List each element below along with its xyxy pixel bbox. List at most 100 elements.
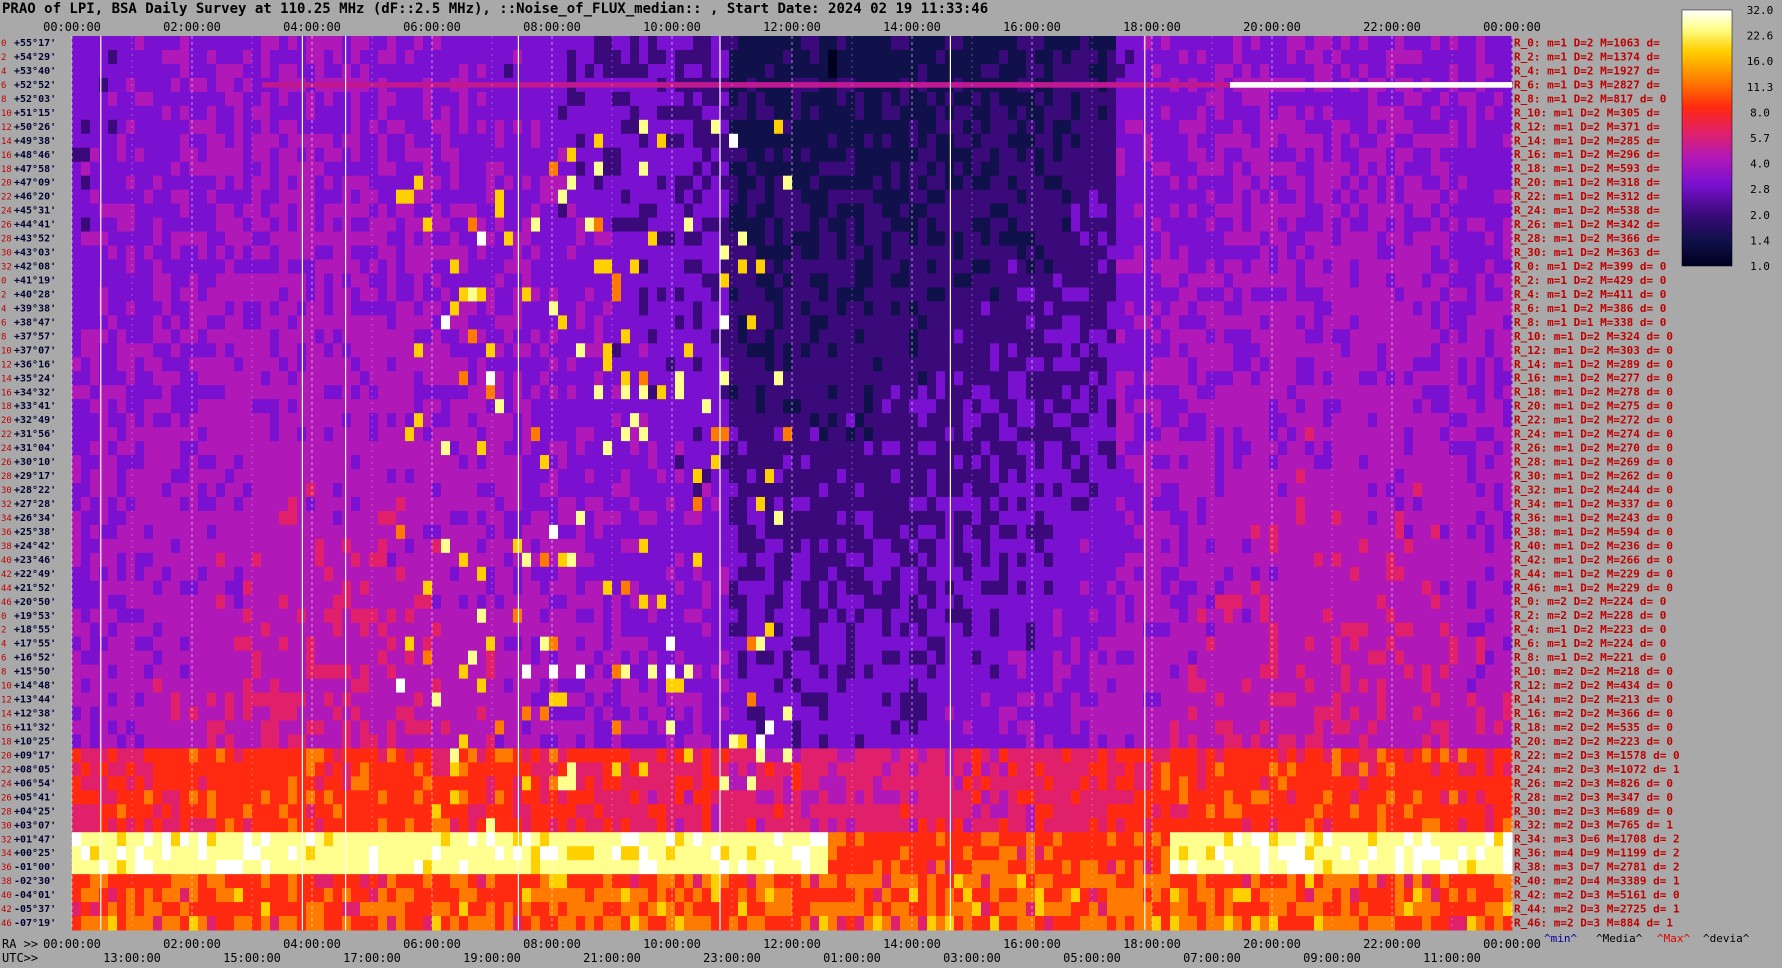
heatmap-cell [693,287,703,302]
heatmap-cell [1107,329,1117,344]
heatmap-cell [1107,105,1117,121]
heatmap-cell [144,315,154,330]
heatmap-cell [774,371,784,386]
heatmap-cell [1296,259,1306,274]
heatmap-cell [432,175,442,191]
heatmap-cell [216,371,226,386]
heatmap-cell [612,357,622,372]
heatmap-cell [720,133,730,149]
heatmap-cell [702,91,712,107]
heatmap-cell [1269,49,1279,65]
heatmap-cell [882,36,892,51]
heatmap-cell [1503,343,1513,358]
heatmap-cell [1431,259,1441,274]
heatmap-cell [1134,189,1144,205]
heatmap-cell [657,245,667,260]
heatmap-cell [1008,203,1018,219]
heatmap-cell [1386,119,1396,135]
heatmap-cell [756,91,766,107]
heatmap-cell [234,371,244,386]
heatmap-cell [306,49,316,65]
heatmap-cell [873,385,883,400]
heatmap-cell [1152,119,1162,135]
heatmap-cell [963,105,973,121]
heatmap-cell [558,315,568,330]
heatmap-cell [1296,63,1306,79]
heatmap-cell [459,455,469,470]
heatmap-cell [1503,105,1513,121]
heatmap-cell [936,63,946,79]
heatmap-cell [549,217,559,233]
heatmap-cell [1206,273,1216,288]
heatmap-cell [252,273,262,288]
heatmap-cell [855,357,865,372]
heatmap-cell [279,147,289,163]
heatmap-cell [1260,217,1270,233]
heatmap-cell [1296,189,1306,205]
heatmap-cell [1098,259,1108,274]
heatmap-cell [1305,441,1315,456]
heatmap-cell [603,175,613,191]
heatmap-cell [1458,36,1468,51]
heatmap-cell [414,455,424,470]
heatmap-cell [288,36,298,51]
heatmap-cell [639,385,649,400]
heatmap-cell [198,329,208,344]
heatmap-cell [225,399,235,414]
heatmap-cell [1206,413,1216,428]
heatmap-cell [558,175,568,191]
heatmap-cell [333,399,343,414]
heatmap-cell [522,329,532,344]
heatmap-cell [288,245,298,260]
heatmap-cell [981,119,991,135]
heatmap-cell [1332,287,1342,302]
heatmap-cell [441,36,451,51]
heatmap-cell [918,455,928,470]
heatmap-cell [171,399,181,414]
heatmap-cell [126,315,136,330]
heatmap-cell [72,175,82,191]
heatmap-cell [1062,427,1072,442]
heatmap-cell [846,441,856,456]
heatmap-cell [270,413,280,428]
heatmap-cell [1116,399,1126,414]
heatmap-cell [522,91,532,107]
heatmap-cell [1269,245,1279,260]
heatmap-cell [108,49,118,65]
heatmap-cell [1494,175,1504,191]
heatmap-cell [234,343,244,358]
heatmap-cell [1224,371,1234,386]
heatmap-cell [414,357,424,372]
heatmap-cell [513,455,523,470]
heatmap-cell [657,203,667,219]
heatmap-cell [783,427,793,442]
heatmap-cell [684,147,694,163]
heatmap-cell [639,105,649,121]
heatmap-cell [765,427,775,442]
heatmap-cell [1188,147,1198,163]
heatmap-cell [360,231,370,247]
heatmap-cell [432,329,442,344]
heatmap-cell [738,343,748,358]
heatmap-cell [891,385,901,400]
heatmap-cell [1161,287,1171,302]
heatmap-cell [126,147,136,163]
heatmap-cell [1008,49,1018,65]
heatmap-cell [792,147,802,163]
heatmap-cell [117,161,127,177]
heatmap-cell [711,399,721,414]
heatmap-cell [576,49,586,65]
heatmap-cell [252,203,262,219]
heatmap-cell [81,413,91,428]
heatmap-cell [540,399,550,414]
heatmap-cell [495,63,505,79]
heatmap-cell [837,203,847,219]
heatmap-cell [1413,36,1423,51]
heatmap-cell [1260,147,1270,163]
heatmap-cell [1215,36,1225,51]
heatmap-cell [315,133,325,149]
heatmap-cell [1053,217,1063,233]
heatmap-cell [1188,231,1198,247]
heatmap-cell [1134,119,1144,135]
heatmap-cell [1422,49,1432,65]
